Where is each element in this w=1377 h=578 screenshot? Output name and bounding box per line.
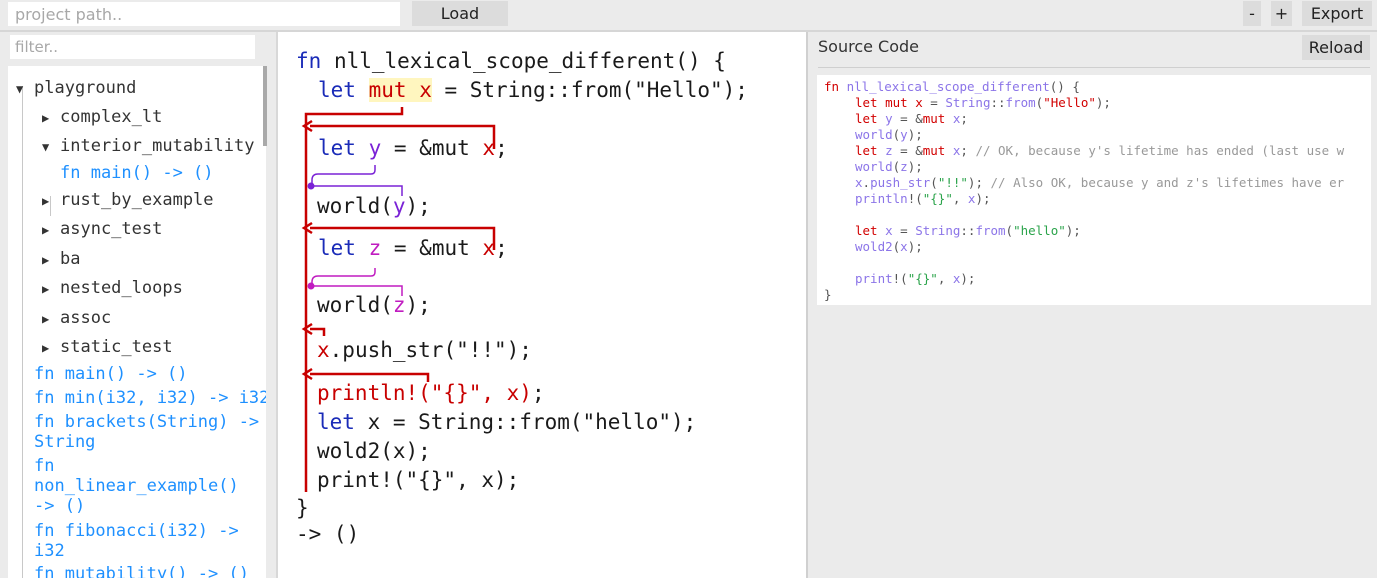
reload-button[interactable]: Reload [1302,35,1370,60]
source-line: } [824,287,832,302]
code-line-close-brace: } [296,496,309,520]
z-lifetime-end-dot [307,282,315,290]
code-line-return-type: -> () [296,522,360,546]
toolbar: Load cargo - + Export [0,0,1377,48]
code-line-wold2: wold2(x); [317,439,431,463]
tree-item-async-test[interactable]: ▶ async_test [42,219,162,239]
code-line-let-x2: let x = String::from("hello"); [317,410,697,434]
zoom-in-button[interactable]: + [1271,1,1292,26]
source-line: print!("{}", x); [855,271,976,286]
source-line: let mut x = String::from("Hello"); [855,95,1111,110]
y-lifetime-end-dot [307,182,315,190]
load-cargo-button[interactable]: Load cargo [412,1,508,48]
code-line-world-y: world(y); [317,194,431,218]
x-borrow-arrow [310,327,326,336]
tree-item-label: async_test [60,219,163,239]
tree-item-label: interior_mutability [60,136,255,156]
code-line-push-str: x.push_str("!!"); [317,338,532,362]
chevron-right-icon: ▶ [42,194,50,208]
tree-item-label: assoc [60,308,112,328]
tree-item-assoc[interactable]: ▶ assoc [42,308,111,328]
tree-fn-brackets-cont[interactable]: String [34,432,95,452]
chevron-down-icon: ▼ [42,140,50,154]
chevron-right-icon: ▶ [42,253,50,267]
source-line: let x = String::from("hello"); [855,223,1081,238]
chevron-down-icon: ▼ [16,82,24,96]
code-line-let-y: let y = &mut x; [318,136,508,160]
chevron-right-icon: ▶ [42,223,50,237]
code-line-fn-signature: fn nll_lexical_scope_different() { [296,49,726,73]
chevron-right-icon: ▶ [42,282,50,296]
tree-scrollbar[interactable] [263,66,267,146]
source-line: let z = &mut x; // OK, because y's lifet… [855,143,1345,158]
zoom-out-button[interactable]: - [1243,1,1261,26]
tree-fn-non-linear-ret[interactable]: -> () [34,496,85,516]
project-path-input[interactable] [8,2,400,26]
tree-item-label: fn main() -> () [60,163,214,183]
chevron-right-icon: ▶ [42,341,50,355]
tree-item-interior-mutability[interactable]: ▼ interior_mutability [42,136,254,156]
tree-item-static-test[interactable]: ▶ static_test [42,337,173,357]
tree-item-playground[interactable]: ▼ playground [16,78,136,98]
source-line: let y = &mut x; [855,111,968,126]
code-line-let-x: let mut x = String::from("Hello"); [318,78,748,102]
tree-item-rust-by-example[interactable]: ▶ rust_by_example [42,190,214,210]
tree-fn-mutability[interactable]: fn mutability() -> () [34,564,249,578]
tree-item-label: playground [34,78,137,98]
chevron-right-icon: ▶ [42,111,50,125]
source-line: x.push_str("!!"); // Also OK, because y … [855,175,1345,190]
source-panel: Source Code Reload fn nll_lexical_scope_… [808,32,1377,578]
tree-item-complex-lt[interactable]: ▶ complex_lt [42,107,162,127]
source-title: Source Code [818,37,919,56]
tree-item-ba[interactable]: ▶ ba [42,249,80,269]
tree-item-label: rust_by_example [60,190,214,210]
sidebar: ▼ playground ▶ complex_lt ▼ interior_mutabi… [0,32,278,578]
code-line-print: print!("{}", x); [317,468,520,492]
tree-fn-fibonacci[interactable]: fn fibonacci(i32) -> [34,521,239,541]
source-line: world(y); [855,127,923,142]
chevron-right-icon: ▶ [42,312,50,326]
code-line-world-z: world(z); [317,293,431,317]
tree-item-label: nested_loops [60,278,183,298]
tree-fn-non-linear-cont[interactable]: non_linear_example() [34,476,239,496]
tree-fn-fibonacci-cont[interactable]: i32 [34,541,65,561]
source-line: fn nll_lexical_scope_different() { [824,79,1080,94]
tree-fn-main-root[interactable]: fn main() -> () [34,364,188,384]
filter-input[interactable] [10,35,255,59]
lifetime-code-view: fn nll_lexical_scope_different() { let m… [278,32,808,578]
file-tree: ▼ playground ▶ complex_lt ▼ interior_mutabi… [8,66,266,578]
tree-item-label: complex_lt [60,107,163,127]
divider [818,67,1370,68]
tree-item-label: static_test [60,337,173,357]
tree-fn-min[interactable]: fn min(i32, i32) -> i32 [34,388,266,408]
code-line-println: println!("{}", x); [317,381,545,405]
source-line: world(z); [855,159,923,174]
source-code-box[interactable]: fn nll_lexical_scope_different() { let m… [817,75,1371,305]
tree-fn-main[interactable]: fn main() -> () [60,163,214,183]
tree-item-nested-loops[interactable]: ▶ nested_loops [42,278,183,298]
source-line: println!("{}", x); [855,191,991,206]
tree-fn-brackets[interactable]: fn brackets(String) -> [34,412,259,432]
export-button[interactable]: Export [1302,1,1372,26]
code-line-let-z: let z = &mut x; [318,236,508,260]
tree-guide-line [22,86,23,578]
tree-item-label: ba [60,249,81,269]
tree-fn-non-linear[interactable]: fn [34,456,54,476]
source-line: wold2(x); [855,239,923,254]
